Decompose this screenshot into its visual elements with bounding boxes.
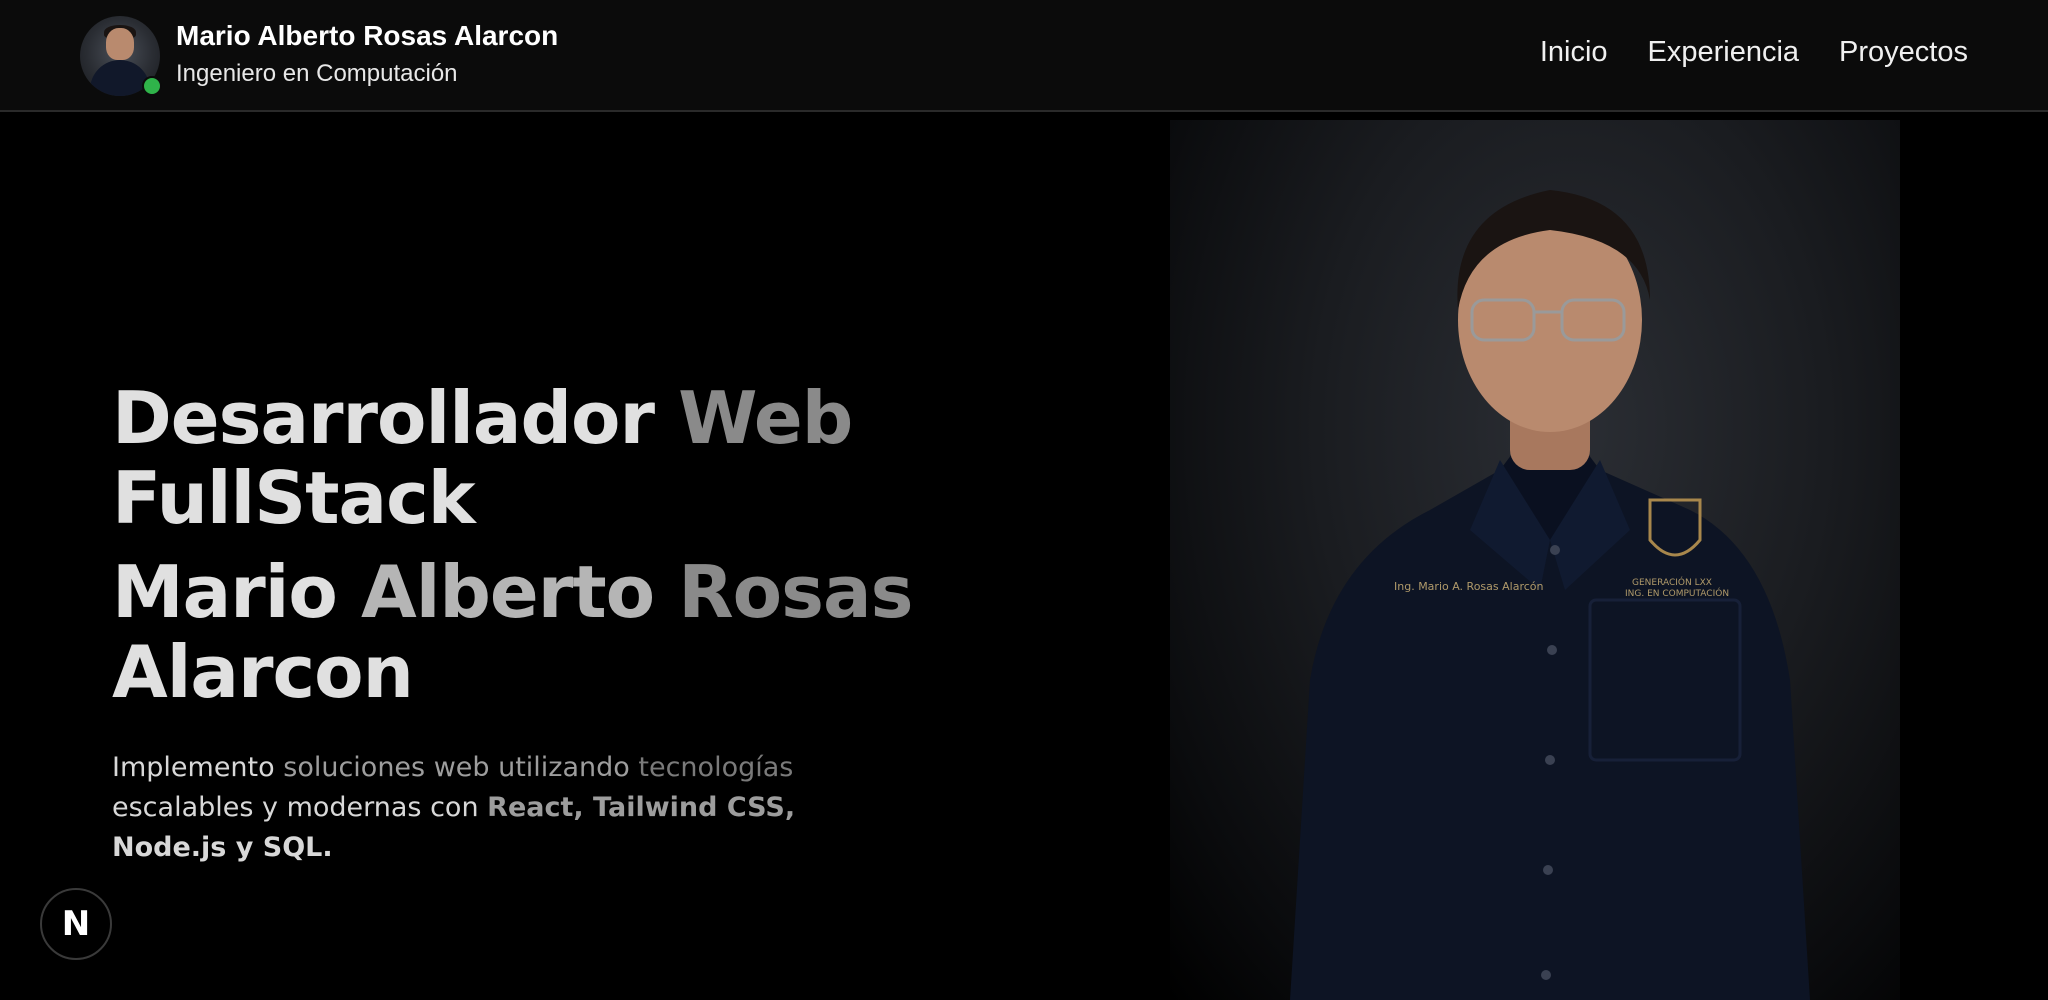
headline-word: Alarcon	[112, 630, 414, 714]
headline-word: Rosas	[678, 550, 913, 634]
hero-headline: Desarrollador Web FullStack Mario Albert…	[112, 378, 913, 712]
shirt-embroidery-right-1: GENERACIÓN LXX	[1632, 576, 1712, 588]
headline-word: Desarrollador	[112, 376, 655, 460]
nav-link-inicio[interactable]: Inicio	[1540, 36, 1608, 69]
headline-title-line-1: Desarrollador Web	[112, 378, 872, 458]
nextjs-icon: N	[61, 904, 91, 944]
site-owner-role: Ingeniero en Computación	[176, 60, 458, 87]
nav-link-experiencia[interactable]: Experiencia	[1648, 36, 1800, 69]
online-status-indicator	[142, 76, 162, 96]
desc-segment: tecnologías	[638, 752, 794, 783]
nav-link-proyectos[interactable]: Proyectos	[1839, 36, 1968, 69]
avatar[interactable]	[80, 16, 162, 96]
hero-description: Implemento soluciones web utilizando tec…	[112, 748, 832, 868]
nextjs-dev-badge[interactable]: N	[40, 888, 112, 960]
headline-word: Alberto	[360, 550, 655, 634]
top-navbar: Mario Alberto Rosas Alarcon Ingeniero en…	[0, 0, 2048, 112]
portrait-illustration: Ing. Mario A. Rosas Alarcón GENERACIÓN L…	[1290, 190, 1810, 1000]
desc-segment: soluciones web utilizando	[283, 752, 630, 783]
shirt-embroidery-left: Ing. Mario A. Rosas Alarcón	[1394, 580, 1544, 593]
headline-title-line-2: FullStack	[112, 458, 872, 538]
main-nav: Inicio Experiencia Proyectos	[1540, 36, 1968, 69]
avatar-face	[106, 28, 134, 60]
headline-word: FullStack	[112, 456, 476, 540]
shirt-embroidery-right-2: ING. EN COMPUTACIÓN	[1625, 587, 1729, 599]
headline-word: Mario	[112, 550, 338, 634]
avatar-body	[90, 60, 150, 96]
desc-segment: escalables y modernas con	[112, 792, 479, 823]
desc-tech-highlight: React, Tailwind CSS,	[487, 792, 796, 823]
headline-name-line-2: Alarcon	[112, 632, 872, 712]
desc-segment: Implemento	[112, 752, 275, 783]
desc-tech-highlight: Node.js y SQL.	[112, 832, 333, 863]
headline-name-line-1: Mario Alberto Rosas	[112, 550, 913, 634]
site-owner-name: Mario Alberto Rosas Alarcon	[176, 20, 559, 51]
hero-portrait-photo: Ing. Mario A. Rosas Alarcón GENERACIÓN L…	[1170, 120, 1900, 1000]
headline-word: Web	[678, 376, 853, 460]
